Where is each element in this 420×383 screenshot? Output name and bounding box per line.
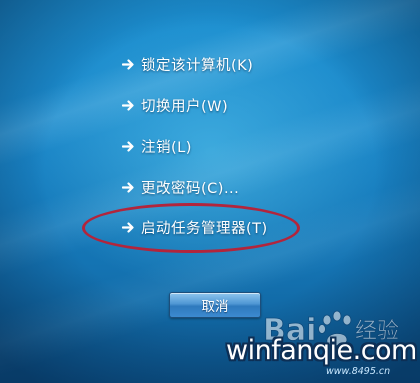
menu-item-lock-computer[interactable]: 锁定该计算机(K)	[122, 53, 253, 75]
menu-item-switch-user[interactable]: 切换用户(W)	[122, 94, 228, 116]
site-watermark-url: www.8495.cn	[326, 366, 391, 377]
secure-attention-screen: 锁定该计算机(K) 切换用户(W) 注销(L) 更改密码(C)... 启动任务管…	[0, 0, 420, 383]
menu-item-label: 注销(L)	[141, 139, 192, 156]
menu-item-label: 锁定该计算机(K)	[141, 57, 254, 74]
site-watermark-text: winfanqie.com	[226, 335, 417, 366]
arrow-right-icon	[122, 99, 134, 111]
menu-item-log-off[interactable]: 注销(L)	[122, 135, 192, 157]
arrow-right-icon	[122, 181, 134, 193]
background-streak	[0, 0, 420, 179]
menu-item-label: 切换用户(W)	[141, 98, 229, 115]
menu-item-start-task-manager[interactable]: 启动任务管理器(T)	[122, 216, 268, 238]
menu-item-change-password[interactable]: 更改密码(C)...	[122, 176, 239, 198]
arrow-right-icon	[122, 221, 134, 233]
menu-item-label: 启动任务管理器(T)	[141, 220, 268, 237]
menu-item-label: 更改密码(C)...	[141, 180, 240, 197]
arrow-right-icon	[122, 140, 134, 152]
cancel-button[interactable]: 取消	[169, 292, 261, 318]
arrow-right-icon	[122, 58, 134, 70]
